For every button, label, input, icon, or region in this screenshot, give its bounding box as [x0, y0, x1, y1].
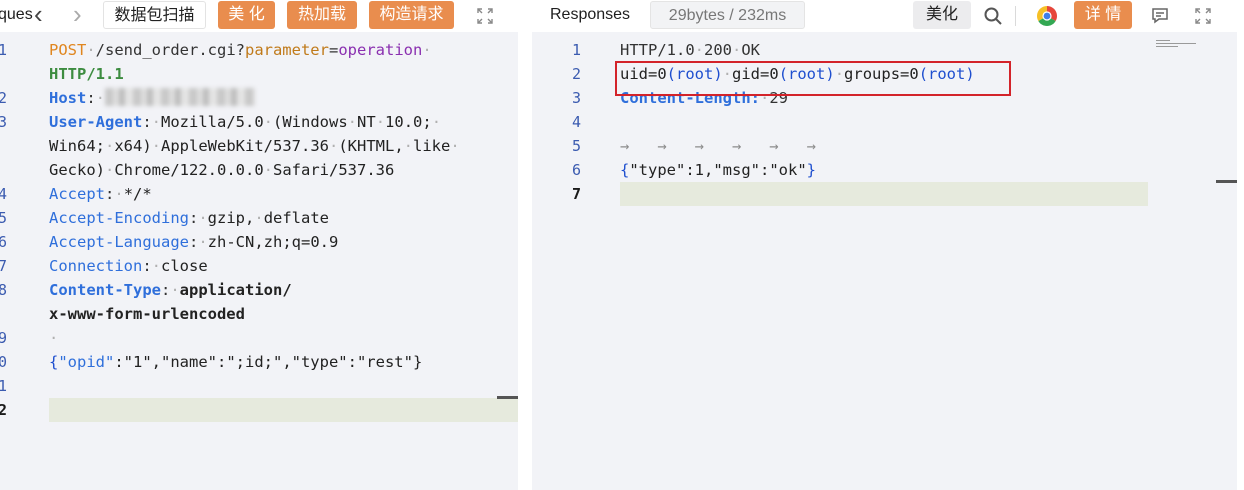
line-number: 3	[0, 113, 8, 131]
code-line-accept: Accept:·*/*	[49, 185, 152, 203]
minimap[interactable]	[1156, 38, 1200, 52]
code-line-status: HTTP/1.0·200·OK	[620, 41, 761, 59]
code-line-protocol: HTTP/1.1	[49, 65, 124, 83]
line-number: 6	[572, 161, 582, 179]
request-beautify-button[interactable]: 美 化	[218, 1, 275, 29]
line-number: 3	[572, 89, 582, 107]
details-button[interactable]: 详 情	[1074, 1, 1132, 29]
code-line-connection: Connection:·close	[49, 257, 208, 275]
current-line-highlight	[620, 182, 1148, 206]
scrollbar-marker[interactable]	[497, 396, 518, 399]
line-number: 5	[0, 209, 8, 227]
nav-forward-icon[interactable]: ›	[73, 1, 82, 29]
response-beautify-button[interactable]: 美化	[913, 1, 971, 29]
code-line-tabs: → → → → → →	[620, 137, 816, 155]
code-line-user-agent-wrap2: Gecko)·Chrome/122.0.0.0·Safari/537.36	[49, 161, 395, 179]
code-line-accept-language: Accept-Language:·zh-CN,zh;q=0.9	[49, 233, 339, 251]
chrome-icon[interactable]	[1035, 4, 1059, 28]
code-line-host: Host:·	[49, 86, 256, 110]
build-request-button[interactable]: 构造请求	[369, 1, 454, 29]
response-panel: Responses 29bytes / 232ms 美化 详 情 1 2 3 4…	[532, 0, 1237, 490]
code-line-content-type-wrap: x-www-form-urlencoded	[49, 305, 245, 323]
line-number: 6	[0, 233, 8, 251]
line-number: 2	[572, 65, 582, 83]
line-number-active: 7	[572, 185, 582, 203]
code-line-accept-encoding: Accept-Encoding:·gzip,·deflate	[49, 209, 330, 227]
pane-divider[interactable]	[518, 0, 532, 490]
highlight-annotation-box	[615, 61, 1011, 96]
current-line-highlight	[49, 398, 518, 422]
response-editor[interactable]: 1 2 3 4 5 6 7 HTTP/1.0·200·OK uid=0(root…	[532, 38, 1237, 490]
code-line-content-type: Content-Type:·application/	[49, 281, 292, 299]
line-number: 8	[0, 281, 8, 299]
line-number: 4	[0, 185, 8, 203]
line-number: 1	[0, 41, 8, 59]
request-panel-title: ques	[0, 6, 33, 23]
request-toolbar: ques ‹ › 数据包扫描 美 化 热加载 构造请求	[0, 0, 518, 32]
response-size-badge: 29bytes / 232ms	[650, 1, 805, 29]
toolbar-separator	[1015, 6, 1016, 26]
line-number: 1	[572, 41, 582, 59]
code-line-json-body: {"type":1,"msg":"ok"}	[620, 161, 816, 179]
window-edge	[1237, 0, 1244, 490]
line-number: 1	[0, 377, 8, 395]
code-line-user-agent: User-Agent:·Mozilla/5.0·(Windows·NT·10.0…	[49, 113, 442, 131]
request-panel: ques ‹ › 数据包扫描 美 化 热加载 构造请求 1 2 3 4 5 6 …	[0, 0, 518, 490]
response-toolbar: Responses 29bytes / 232ms 美化 详 情	[532, 0, 1237, 32]
line-number-active: 2	[0, 401, 8, 419]
scrollbar-marker[interactable]	[1216, 180, 1237, 183]
line-number: 0	[0, 353, 8, 371]
search-icon[interactable]	[981, 4, 1005, 28]
line-number: 7	[0, 257, 8, 275]
line-number: 9	[0, 329, 8, 347]
line-number: 2	[0, 89, 8, 107]
nav-back-icon[interactable]: ‹	[34, 1, 43, 29]
response-panel-title: Responses	[550, 6, 631, 23]
code-line-user-agent-wrap1: Win64;·x64)·AppleWebKit/537.36·(KHTML,·l…	[49, 137, 460, 155]
expand-icon[interactable]	[1191, 4, 1215, 28]
expand-icon[interactable]	[473, 4, 497, 28]
redacted-host	[105, 88, 256, 106]
request-editor[interactable]: 1 2 3 4 5 6 7 8 9 0 1 2 POST·/send_order…	[0, 38, 518, 490]
code-line-blank: ·	[49, 329, 59, 347]
code-line-body: {"opid":"1","name":";id;","type":"rest"}	[49, 353, 423, 371]
code-line-request-line: POST·/send_order.cgi?parameter=operation…	[49, 41, 432, 59]
line-number: 5	[572, 137, 582, 155]
packet-scan-button[interactable]: 数据包扫描	[103, 1, 206, 29]
hot-load-button[interactable]: 热加载	[287, 1, 357, 29]
comment-icon[interactable]	[1148, 4, 1172, 28]
line-number: 4	[572, 113, 582, 131]
